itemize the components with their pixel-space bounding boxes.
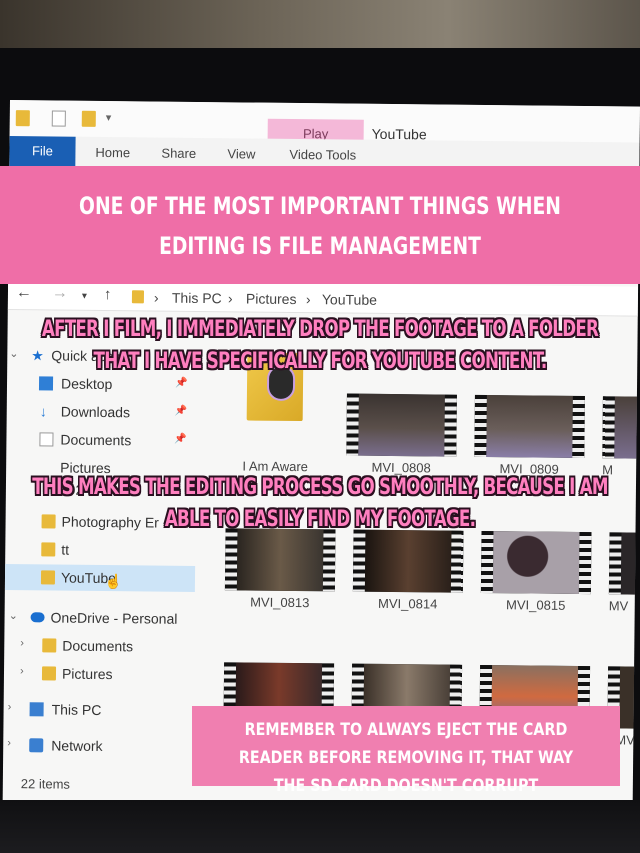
video-thumbnail[interactable] bbox=[602, 396, 640, 460]
up-arrow-icon[interactable]: ↑ bbox=[104, 286, 112, 303]
hand-cursor-icon: ☝ bbox=[104, 573, 123, 590]
document-icon bbox=[39, 432, 54, 447]
computer-icon bbox=[29, 702, 44, 717]
pin-icon[interactable]: 📌 bbox=[175, 378, 188, 389]
video-thumbnail[interactable] bbox=[474, 394, 585, 459]
file-label[interactable]: MVI_0815 bbox=[481, 597, 591, 613]
folder-icon bbox=[42, 638, 57, 653]
pin-icon[interactable]: 📌 bbox=[175, 406, 188, 417]
back-arrow-icon[interactable]: ← bbox=[16, 284, 32, 302]
breadcrumb-pictures[interactable]: Pictures bbox=[246, 290, 297, 307]
desktop-icon bbox=[38, 376, 54, 391]
nav-network[interactable]: › Network bbox=[3, 732, 193, 760]
nav-folder-tt[interactable]: tt bbox=[5, 536, 195, 564]
new-folder-icon[interactable] bbox=[81, 110, 96, 127]
tab-home[interactable]: Home bbox=[95, 145, 130, 160]
caption-banner-bottom-text: REMEMBER TO ALWAYS EJECT THE CARD READER… bbox=[238, 720, 574, 796]
folder-icon bbox=[40, 570, 56, 585]
file-label[interactable]: MV bbox=[609, 598, 639, 613]
network-icon bbox=[29, 738, 44, 753]
video-thumbnail[interactable] bbox=[346, 393, 457, 457]
cloud-icon bbox=[30, 612, 45, 623]
caption-banner-top-text: ONE OF THE MOST IMPORTANT THINGS WHEN ED… bbox=[79, 192, 561, 260]
status-item-count: 22 items bbox=[20, 776, 71, 792]
chevron-right-icon[interactable]: › bbox=[7, 737, 11, 749]
video-thumbnail[interactable] bbox=[224, 528, 336, 592]
navigation-pane: ⌄ ★ Quick acce Desktop 📌 ↓ Downloads 📌 D… bbox=[3, 330, 198, 802]
nav-onedrive-pictures[interactable]: › Pictures bbox=[4, 660, 194, 688]
file-label[interactable]: MVI_0813 bbox=[225, 594, 335, 611]
caption-text-2: THIS MAKES THE EDITING PROCESS GO SMOOTH… bbox=[32, 475, 608, 532]
breadcrumb-separator-icon: › bbox=[153, 289, 159, 306]
chevron-down-icon[interactable]: ⌄ bbox=[9, 347, 18, 360]
nav-documents[interactable]: Documents 📌 bbox=[6, 426, 196, 454]
breadcrumb-separator-icon: › bbox=[227, 290, 233, 307]
monitor-bezel-bottom bbox=[0, 800, 640, 853]
nav-downloads[interactable]: ↓ Downloads 📌 bbox=[7, 398, 197, 426]
nav-onedrive-documents[interactable]: › Documents bbox=[4, 632, 194, 660]
breadcrumb-this-pc[interactable]: This PC bbox=[172, 290, 222, 307]
chevron-down-icon[interactable]: ▾ bbox=[82, 291, 87, 302]
breadcrumb-separator-icon: › bbox=[305, 291, 311, 308]
folder-icon[interactable] bbox=[15, 110, 30, 127]
video-thumbnail[interactable] bbox=[480, 530, 592, 595]
nav-folder-youtube[interactable]: YouTube ☝ bbox=[4, 563, 196, 592]
chevron-down-icon[interactable]: ⌄ bbox=[9, 609, 18, 622]
folder-icon bbox=[131, 290, 145, 304]
tab-view[interactable]: View bbox=[227, 146, 255, 161]
forward-arrow-icon[interactable]: → bbox=[52, 284, 68, 302]
video-thumbnail[interactable] bbox=[352, 529, 464, 593]
folder-icon bbox=[41, 666, 57, 681]
pin-icon[interactable]: 📌 bbox=[174, 434, 187, 445]
tab-file[interactable]: File bbox=[9, 135, 76, 167]
nav-onedrive[interactable]: ⌄ OneDrive - Personal bbox=[4, 604, 194, 632]
chevron-down-icon[interactable]: ▾ bbox=[106, 111, 120, 127]
folder-icon bbox=[41, 542, 56, 557]
chevron-right-icon[interactable]: › bbox=[8, 701, 12, 713]
nav-this-pc[interactable]: › This PC bbox=[3, 696, 193, 724]
caption-text-1: AFTER I FILM, I IMMEDIATELY DROP THE FOO… bbox=[41, 317, 599, 374]
breadcrumb-youtube[interactable]: YouTube bbox=[322, 291, 377, 308]
chevron-right-icon[interactable]: › bbox=[20, 637, 24, 649]
tab-share[interactable]: Share bbox=[161, 146, 196, 161]
properties-icon[interactable] bbox=[51, 110, 66, 127]
chevron-right-icon[interactable]: › bbox=[20, 665, 24, 677]
download-arrow-icon: ↓ bbox=[39, 403, 47, 420]
file-label[interactable]: MVI_0814 bbox=[353, 596, 463, 612]
tab-video-tools[interactable]: Video Tools bbox=[289, 147, 356, 163]
address-bar[interactable]: ← → ▾ ↑ › This PC › Pictures › YouTube bbox=[7, 279, 639, 317]
